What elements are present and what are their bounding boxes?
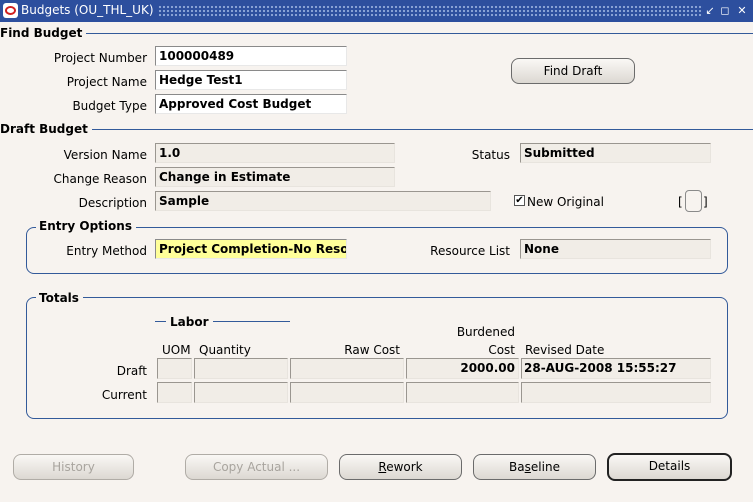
resource-list-label: Resource List <box>430 244 510 258</box>
description-label: Description <box>78 196 147 210</box>
minimize-icon[interactable]: ↙ <box>703 3 717 18</box>
burdened-column-header-line2: Cost <box>488 343 515 357</box>
budget-type-field[interactable]: Approved Cost Budget <box>155 94 347 114</box>
draft-quantity-cell <box>194 358 288 379</box>
rework-button[interactable]: Rework <box>339 454 462 480</box>
draft-budget-heading: Draft Budget <box>0 122 92 136</box>
current-row-label: Current <box>101 388 147 402</box>
version-name-label: Version Name <box>63 148 147 162</box>
current-quantity-cell <box>194 382 288 403</box>
labor-heading: Labor <box>166 315 213 329</box>
find-budget-divider <box>0 33 753 34</box>
status-label: Status <box>471 148 510 162</box>
baseline-button[interactable]: Baseline <box>473 454 596 480</box>
status-field[interactable]: Submitted <box>520 143 711 163</box>
title-bar-texture <box>158 5 703 17</box>
description-field[interactable]: Sample <box>155 191 491 211</box>
revised-date-column-header: Revised Date <box>525 343 605 357</box>
baseline-label-start: Ba <box>509 460 525 474</box>
draft-row-label: Draft <box>116 364 147 378</box>
new-original-checkbox[interactable]: ✔ <box>514 195 525 206</box>
entry-method-field[interactable]: Project Completion-No Resou <box>155 239 347 259</box>
current-burdened-cost-cell <box>406 382 519 403</box>
entry-options-heading: Entry Options <box>36 219 136 233</box>
history-button[interactable]: History <box>13 454 134 480</box>
draft-burdened-cost-cell: 2000.00 <box>406 358 519 379</box>
draft-budget-divider <box>0 129 753 130</box>
flex-bracket-open: [ <box>678 195 683 209</box>
window-title: Budgets (OU_THL_UK) <box>21 3 154 17</box>
descriptive-flexfield[interactable] <box>685 190 702 212</box>
new-original-label: New Original <box>527 195 604 209</box>
find-budget-heading: Find Budget <box>0 26 87 40</box>
flex-bracket-close: ] <box>703 195 708 209</box>
baseline-label-end: eline <box>530 460 560 474</box>
close-icon[interactable]: ✕ <box>735 3 749 18</box>
totals-heading: Totals <box>36 291 83 305</box>
change-reason-label: Change Reason <box>53 172 148 186</box>
current-raw-cost-cell <box>290 382 404 403</box>
maximize-icon[interactable]: ◻ <box>718 3 732 18</box>
budget-type-label: Budget Type <box>72 99 147 113</box>
raw-cost-column-header: Raw Cost <box>344 343 400 357</box>
resource-list-field[interactable]: None <box>520 239 711 259</box>
current-uom-cell <box>157 382 192 403</box>
uom-column-header: UOM <box>162 343 191 357</box>
window-title-bar: Budgets (OU_THL_UK) ↙ ◻ ✕ <box>0 0 753 22</box>
details-button[interactable]: Details <box>607 453 732 481</box>
draft-revised-date-cell: 28-AUG-2008 15:55:27 <box>521 358 711 379</box>
quantity-column-header: Quantity <box>199 343 251 357</box>
change-reason-field[interactable]: Change in Estimate <box>155 167 395 187</box>
rework-label: ework <box>386 460 423 474</box>
project-number-field[interactable]: 100000489 <box>155 46 347 66</box>
copy-actual-button[interactable]: Copy Actual ... <box>185 454 328 480</box>
burdened-column-header-line1: Burdened <box>456 325 515 339</box>
version-name-field[interactable]: 1.0 <box>155 143 395 163</box>
project-name-label: Project Name <box>66 75 147 89</box>
find-draft-button[interactable]: Find Draft <box>511 58 635 84</box>
project-name-field[interactable]: Hedge Test1 <box>155 70 347 90</box>
project-number-label: Project Number <box>53 51 147 65</box>
draft-uom-cell <box>157 358 192 379</box>
entry-method-label: Entry Method <box>66 244 147 258</box>
current-revised-date-cell <box>521 382 711 403</box>
draft-raw-cost-cell <box>290 358 404 379</box>
oracle-app-icon <box>3 3 18 18</box>
